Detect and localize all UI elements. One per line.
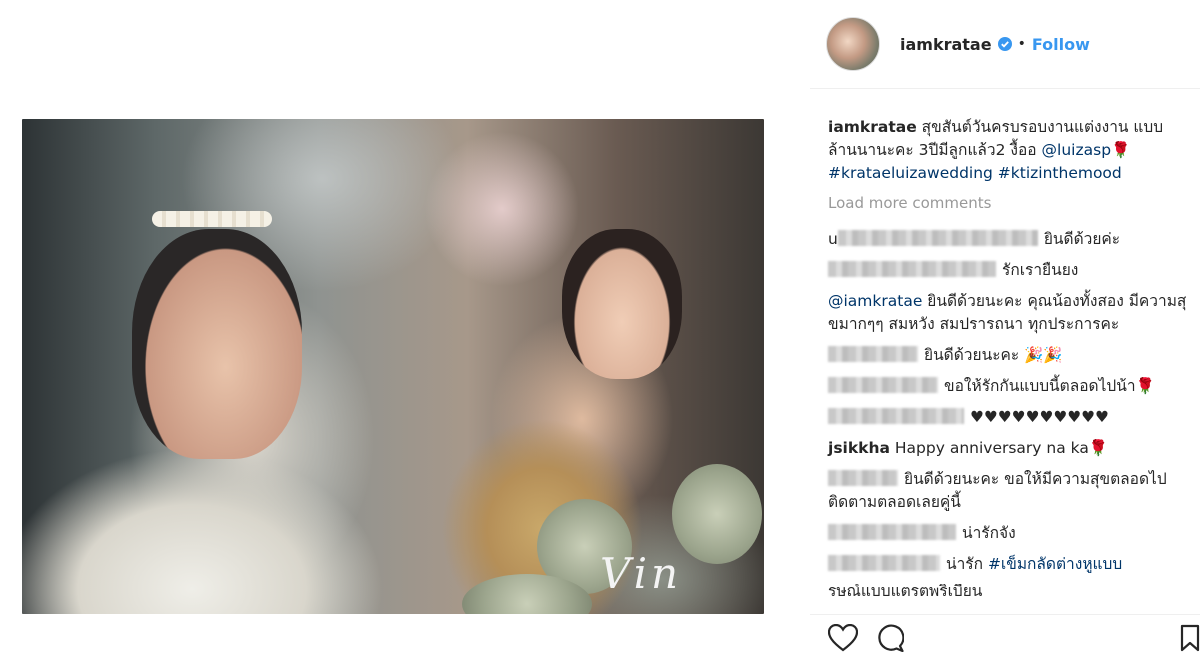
comment-item: น่ารัก #เข็มกลัดต่างหูแบบ bbox=[828, 553, 1188, 576]
blurred-username bbox=[828, 470, 898, 486]
bookmark-icon[interactable] bbox=[1180, 624, 1200, 652]
comment-item: ขอให้รักกันแบบนี้ตลอดไปน้า🌹 bbox=[828, 375, 1188, 398]
caption-username[interactable]: iamkratae bbox=[828, 118, 917, 136]
comment-text: ยินดีด้วยนะคะ 🎉🎉 bbox=[924, 346, 1063, 364]
comment-text: ขอให้รักกันแบบนี้ตลอดไปน้า🌹 bbox=[944, 377, 1155, 395]
comment-hashtag[interactable]: #เข็มกลัดต่างหูแบบ bbox=[988, 555, 1122, 573]
post-header: iamkratae • Follow bbox=[826, 17, 1090, 71]
blurred-username bbox=[828, 408, 964, 424]
comment-mention[interactable]: @iamkratae bbox=[828, 292, 922, 310]
comment-username[interactable]: jsikkha bbox=[828, 439, 890, 457]
photographer-watermark: Vin bbox=[600, 549, 683, 598]
comments-list: u ยินดีด้วยค่ะ รักเรายืนยง @iamkratae ยิน… bbox=[828, 228, 1188, 606]
header-divider bbox=[810, 88, 1200, 89]
caption-mention[interactable]: @luizasp bbox=[1042, 141, 1112, 159]
comment-item: รักเรายืนยง bbox=[828, 259, 1188, 282]
flower-garland bbox=[152, 211, 272, 227]
avatar[interactable] bbox=[826, 17, 880, 71]
follow-button[interactable]: Follow bbox=[1032, 35, 1090, 54]
groom-head bbox=[132, 229, 302, 459]
post-side-panel: iamkratae • Follow iamkratae สุขสันต์วัน… bbox=[810, 0, 1200, 661]
blurred-username bbox=[828, 524, 956, 540]
comment-icon[interactable] bbox=[876, 624, 904, 652]
heart-icon[interactable] bbox=[828, 624, 858, 652]
separator-dot: • bbox=[1017, 36, 1026, 52]
comment-item-partial: รษณ์แบบแตรตพริเบียน bbox=[828, 584, 983, 598]
post-caption: iamkratae สุขสันต์วันครบรอบงานแต่งงาน แบ… bbox=[828, 116, 1183, 185]
comment-item: น่ารักจัง bbox=[828, 522, 1188, 545]
blurred-username bbox=[837, 230, 1038, 246]
load-more-comments[interactable]: Load more comments bbox=[828, 194, 991, 212]
post-photo[interactable]: Vin bbox=[22, 119, 764, 614]
blurred-username bbox=[828, 346, 918, 362]
flower-decoration bbox=[672, 464, 762, 564]
comment-text: Happy anniversary na ka🌹 bbox=[889, 439, 1109, 457]
comment-item: ยินดีด้วยนะคะ ขอให้มีความสุขตลอดไป ติดตา… bbox=[828, 468, 1188, 514]
caption-hashtags[interactable]: #krataeluizawedding #ktizinthemood bbox=[828, 164, 1122, 182]
actions-divider bbox=[810, 614, 1200, 615]
caption-emoji: 🌹 bbox=[1111, 141, 1131, 159]
action-bar bbox=[828, 624, 904, 652]
comment-item: jsikkha Happy anniversary na ka🌹 bbox=[828, 437, 1188, 460]
username-link[interactable]: iamkratae bbox=[900, 35, 992, 54]
comment-text: ♥♥♥♥♥♥♥♥♥♥ bbox=[970, 408, 1109, 426]
bride-head bbox=[562, 229, 682, 379]
comment-text: รักเรายืนยง bbox=[1002, 261, 1079, 279]
comment-text: น่ารัก bbox=[946, 555, 988, 573]
comment-item: @iamkratae ยินดีด้วยนะคะ คุณน้องทั้งสอง … bbox=[828, 290, 1188, 336]
comment-item: u ยินดีด้วยค่ะ bbox=[828, 228, 1188, 251]
comment-text: ยินดีด้วยค่ะ bbox=[1043, 230, 1121, 248]
blurred-username bbox=[828, 377, 938, 393]
comment-item: ยินดีด้วยนะคะ 🎉🎉 bbox=[828, 344, 1188, 367]
comment-item: ♥♥♥♥♥♥♥♥♥♥ bbox=[828, 406, 1188, 429]
groom-figure bbox=[22, 439, 382, 614]
comment-username-fragment: u bbox=[828, 230, 838, 248]
blurred-username bbox=[828, 555, 940, 571]
blurred-username bbox=[828, 261, 996, 277]
comment-text: น่ารักจัง bbox=[962, 524, 1016, 542]
verified-badge-icon bbox=[997, 37, 1012, 51]
